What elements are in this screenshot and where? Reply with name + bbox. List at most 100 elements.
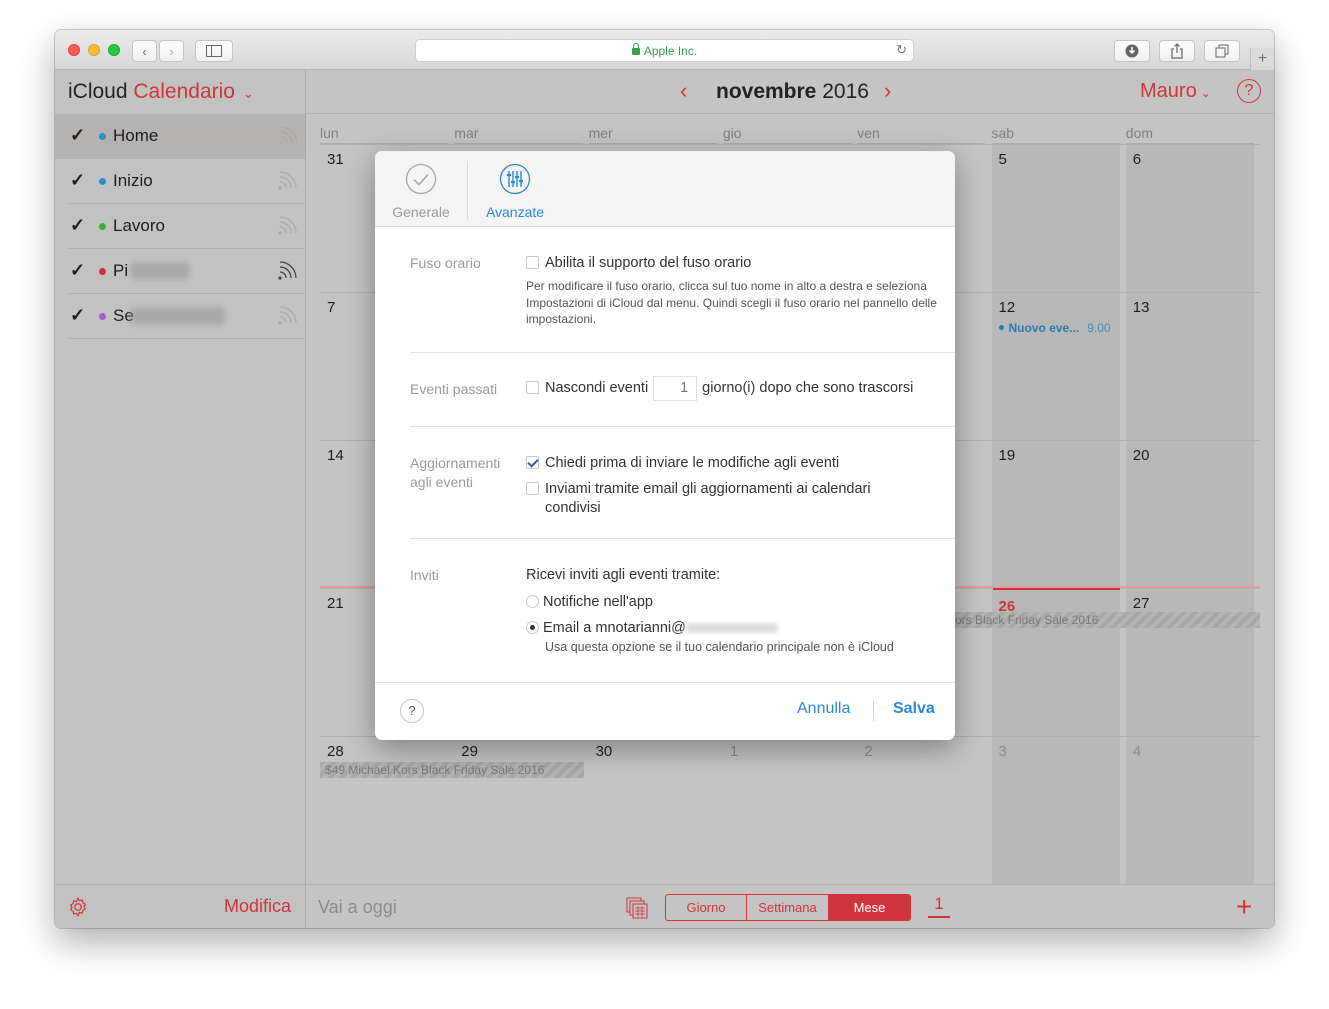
all-day-event[interactable]: ors Black Friday Sale 2016 bbox=[944, 612, 1260, 628]
day-cell[interactable]: 29 bbox=[454, 737, 582, 885]
ask-before-sending-checkbox[interactable] bbox=[526, 456, 539, 469]
browser-window: ‹ › Apple Inc. ↻ + iCloud Calendario ⌄ ✓… bbox=[55, 30, 1274, 928]
previous-month-button[interactable]: ‹ bbox=[680, 78, 687, 104]
chevron-down-icon: ⌄ bbox=[242, 86, 254, 101]
checkmark-icon[interactable]: ✓ bbox=[70, 170, 85, 191]
redacted-email bbox=[685, 623, 778, 634]
cancel-button[interactable]: Annulla bbox=[797, 700, 850, 718]
day-number: 29 bbox=[461, 743, 478, 760]
calendars-stack-icon[interactable] bbox=[626, 897, 648, 919]
app-notifications-radio[interactable] bbox=[526, 595, 539, 608]
broadcast-icon[interactable] bbox=[276, 170, 298, 192]
gear-icon[interactable] bbox=[67, 896, 89, 918]
checkmark-icon[interactable]: ✓ bbox=[70, 305, 85, 326]
day-cell[interactable]: 5 bbox=[991, 145, 1120, 293]
day-cell[interactable]: 19 bbox=[991, 441, 1120, 589]
timezone-option[interactable]: Abilita il supporto del fuso orario bbox=[526, 254, 751, 273]
broadcast-icon[interactable] bbox=[276, 260, 298, 282]
view-day-button[interactable]: Giorno bbox=[666, 895, 747, 920]
weekday-label: dom bbox=[1125, 125, 1255, 144]
day-number: 19 bbox=[998, 447, 1016, 464]
tab-avanzate[interactable]: Avanzate bbox=[483, 163, 547, 220]
broadcast-icon[interactable] bbox=[276, 305, 298, 327]
day-cell[interactable]: 6 bbox=[1125, 145, 1255, 293]
new-tab-button[interactable]: + bbox=[1250, 48, 1274, 70]
days-input[interactable]: 1 bbox=[653, 375, 698, 401]
checkmark-icon[interactable]: ✓ bbox=[70, 260, 85, 281]
checkmark-icon[interactable]: ✓ bbox=[70, 215, 85, 236]
broadcast-icon[interactable] bbox=[277, 125, 299, 147]
back-button[interactable]: ‹ bbox=[132, 40, 157, 62]
close-window-button[interactable] bbox=[68, 44, 80, 56]
view-week-button[interactable]: Settimana bbox=[747, 895, 829, 920]
day-cell[interactable]: 12 Nuovo eve... 9.00 bbox=[991, 293, 1120, 441]
timezone-checkbox[interactable] bbox=[526, 256, 539, 269]
help-button[interactable]: ? bbox=[1237, 79, 1261, 103]
hide-events-checkbox[interactable] bbox=[526, 381, 539, 394]
browser-toolbar: ‹ › Apple Inc. ↻ + bbox=[55, 30, 1274, 70]
broadcast-icon[interactable] bbox=[276, 215, 298, 237]
address-bar[interactable]: Apple Inc. ↻ bbox=[415, 39, 914, 62]
next-month-button[interactable]: › bbox=[884, 78, 891, 104]
calendar-name: Home bbox=[113, 126, 159, 145]
day-cell[interactable]: 28 bbox=[320, 737, 448, 885]
tabs-overview-button[interactable] bbox=[1204, 40, 1240, 62]
all-day-event[interactable]: $49 Michael Kors Black Friday Sale 2016 bbox=[320, 762, 584, 778]
divider bbox=[410, 352, 955, 353]
tab-avanzate-label: Avanzate bbox=[485, 204, 545, 220]
dialog-footer: ? Annulla Salva bbox=[375, 682, 955, 740]
sidebar-item-calendar[interactable]: ✓ Lavoro bbox=[68, 204, 304, 249]
calendar-event[interactable]: Nuovo eve... 9.00 bbox=[998, 321, 1111, 335]
sidebar-item-calendar[interactable]: ✓ Inizio bbox=[68, 159, 304, 204]
day-number: 21 bbox=[327, 595, 344, 612]
edit-button[interactable]: Modifica bbox=[224, 896, 291, 917]
day-cell[interactable]: 4 bbox=[1125, 737, 1255, 885]
sidebar-icon bbox=[206, 45, 222, 57]
sidebar-item-calendar[interactable]: ✓ Pi bbox=[68, 249, 304, 294]
dialog-help-button[interactable]: ? bbox=[400, 699, 424, 723]
view-month-button[interactable]: Mese bbox=[829, 895, 910, 920]
weekday-label: gio bbox=[722, 125, 852, 144]
day-number: 12 bbox=[998, 299, 1016, 316]
zoom-window-button[interactable] bbox=[108, 44, 120, 56]
invite-option-email[interactable]: Email a mnotarianni@ bbox=[526, 619, 778, 638]
share-button[interactable] bbox=[1159, 40, 1195, 62]
minimize-window-button[interactable] bbox=[88, 44, 100, 56]
event-time: 9.00 bbox=[1087, 321, 1111, 335]
forward-button[interactable]: › bbox=[159, 40, 184, 62]
app-title[interactable]: iCloud Calendario ⌄ bbox=[68, 80, 254, 104]
sidebar-toggle-button[interactable] bbox=[195, 40, 233, 62]
downloads-button[interactable] bbox=[1114, 40, 1150, 62]
calendar-sidebar: iCloud Calendario ⌄ ✓ Home ✓ Inizio ✓ Lavoro ✓… bbox=[55, 70, 306, 884]
add-event-button[interactable]: + bbox=[1236, 891, 1252, 923]
sidebar-item-calendar[interactable]: ✓ Home bbox=[55, 114, 305, 159]
event-title: Nuovo eve... bbox=[1008, 321, 1080, 335]
tab-generale[interactable]: Generale bbox=[391, 163, 451, 220]
save-button[interactable]: Salva bbox=[893, 700, 935, 718]
day-cell[interactable]: 30 bbox=[589, 737, 717, 885]
day-cell[interactable]: 20 bbox=[1125, 441, 1255, 589]
email-updates-label: Inviami tramite email gli aggiornamenti … bbox=[545, 481, 871, 516]
invite-option-app[interactable]: Notifiche nell'app bbox=[526, 593, 653, 612]
updates-option-email[interactable]: Inviami tramite email gli aggiornamenti … bbox=[526, 480, 906, 518]
day-cell[interactable]: 2 bbox=[857, 737, 985, 885]
calendar-color-dot bbox=[99, 268, 106, 275]
day-cell[interactable]: 1 bbox=[723, 737, 851, 885]
email-updates-checkbox[interactable] bbox=[526, 482, 539, 495]
single-day-icon[interactable]: 1 bbox=[928, 894, 950, 918]
day-cell[interactable]: 13 bbox=[1125, 293, 1255, 441]
email-radio[interactable] bbox=[526, 621, 539, 634]
user-menu[interactable]: Mauro ⌄ bbox=[1140, 80, 1211, 103]
checkmark-icon[interactable]: ✓ bbox=[70, 125, 85, 146]
day-cell[interactable]: 3 bbox=[991, 737, 1120, 885]
updates-option-ask[interactable]: Chiedi prima di inviare le modifiche agl… bbox=[526, 454, 839, 473]
reload-icon[interactable]: ↻ bbox=[896, 42, 907, 58]
blurred-name bbox=[130, 307, 225, 325]
preferences-tabs: Generale Avanzate bbox=[375, 151, 955, 227]
day-number: 2 bbox=[864, 743, 873, 760]
go-to-today-button[interactable]: Vai a oggi bbox=[318, 897, 397, 918]
weekday-label: mar bbox=[454, 125, 583, 144]
view-switcher: Giorno Settimana Mese bbox=[665, 894, 911, 921]
timezone-label: Fuso orario bbox=[410, 255, 481, 271]
sidebar-item-calendar[interactable]: ✓ Se bbox=[68, 294, 304, 339]
